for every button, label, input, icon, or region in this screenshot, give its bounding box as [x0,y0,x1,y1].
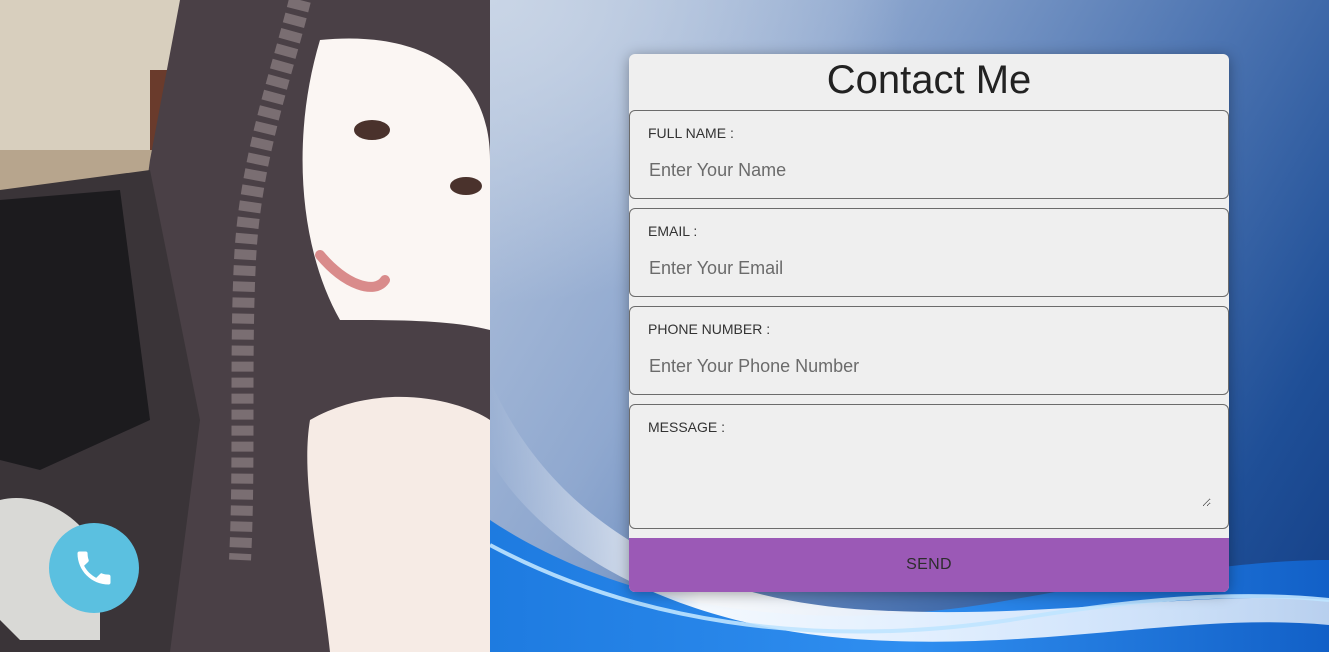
phone-number-input[interactable] [649,356,1199,377]
phone-number-label: PHONE NUMBER : [648,321,771,337]
full-name-label: FULL NAME : [648,125,734,141]
message-label: MESSAGE : [648,419,726,435]
message-textarea[interactable] [649,445,1211,507]
full-name-input[interactable] [649,160,1199,181]
phone-icon [77,551,111,585]
call-button[interactable] [49,523,139,613]
profile-photo [0,0,490,652]
email-label: EMAIL : [648,223,698,239]
send-button[interactable]: SEND [629,538,1229,592]
full-name-field: FULL NAME : [629,110,1229,199]
contact-form: Contact Me FULL NAME : EMAIL : PHONE NUM… [629,54,1229,592]
phone-number-field: PHONE NUMBER : [629,306,1229,395]
message-field: MESSAGE : [629,404,1229,529]
email-field: EMAIL : [629,208,1229,297]
email-input[interactable] [649,258,1199,279]
form-title: Contact Me [826,58,1032,102]
